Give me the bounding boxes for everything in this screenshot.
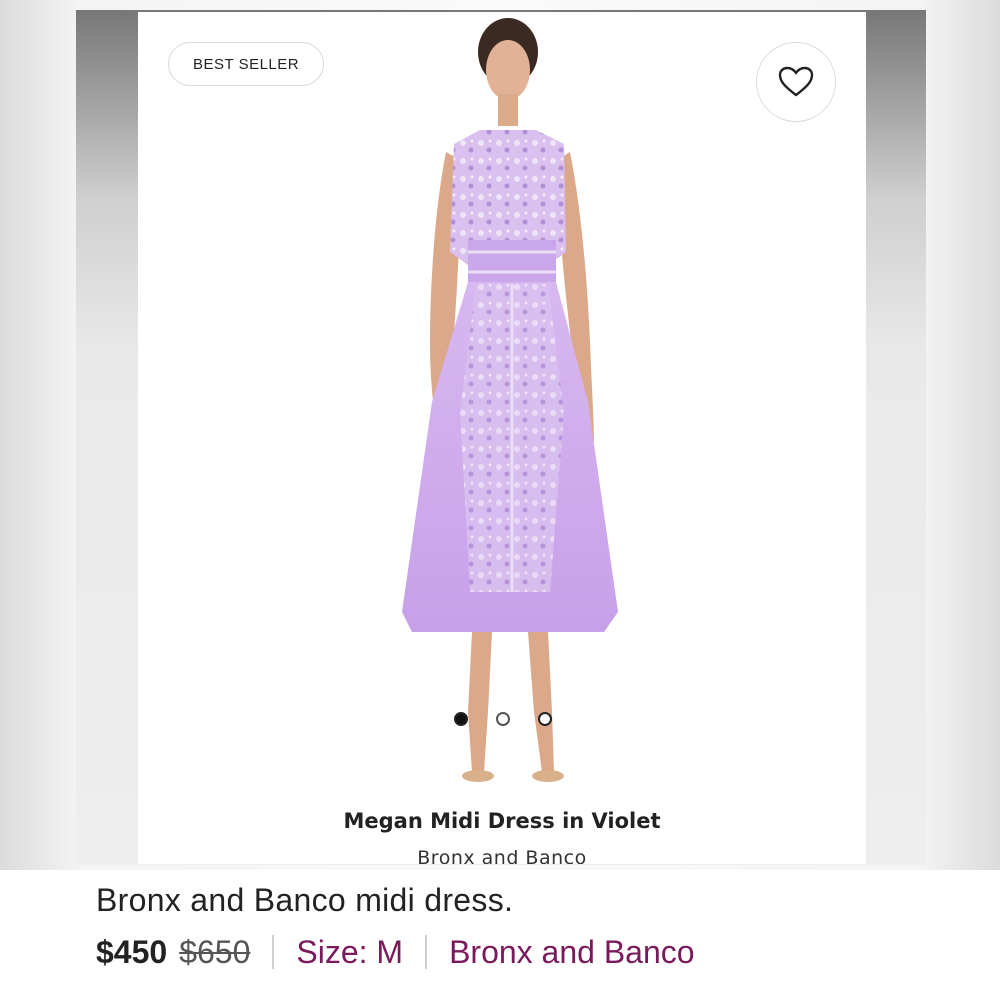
listing-details-row: $450 $650 Size: M Bronx and Banco	[96, 932, 695, 972]
listing-title: Bronx and Banco midi dress.	[96, 882, 514, 918]
product-brand[interactable]: Bronx and Banco	[138, 847, 866, 864]
best-seller-badge: BEST SELLER	[168, 42, 325, 86]
favorite-button[interactable]	[756, 42, 836, 122]
carousel-dot-2[interactable]	[496, 712, 510, 726]
listing-brand-link[interactable]: Bronx and Banco	[449, 934, 695, 971]
product-photo	[402, 18, 618, 782]
heart-outline-icon	[778, 66, 814, 97]
carousel-dots	[138, 712, 866, 726]
listing-info: Bronx and Banco midi dress. $450 $650 Si…	[0, 870, 1000, 1000]
divider	[425, 935, 428, 969]
carousel-dot-3[interactable]	[538, 712, 552, 726]
listing-price: $450	[96, 933, 168, 970]
listing-size[interactable]: Size: M	[296, 934, 403, 971]
divider	[272, 935, 275, 969]
product-name[interactable]: Megan Midi Dress in Violet	[138, 809, 866, 833]
carousel-dot-1[interactable]	[454, 712, 468, 726]
product-card[interactable]: BEST SELLER Megan Midi Dress in Violet B…	[138, 12, 866, 864]
listing-original-price: $650	[179, 933, 251, 970]
